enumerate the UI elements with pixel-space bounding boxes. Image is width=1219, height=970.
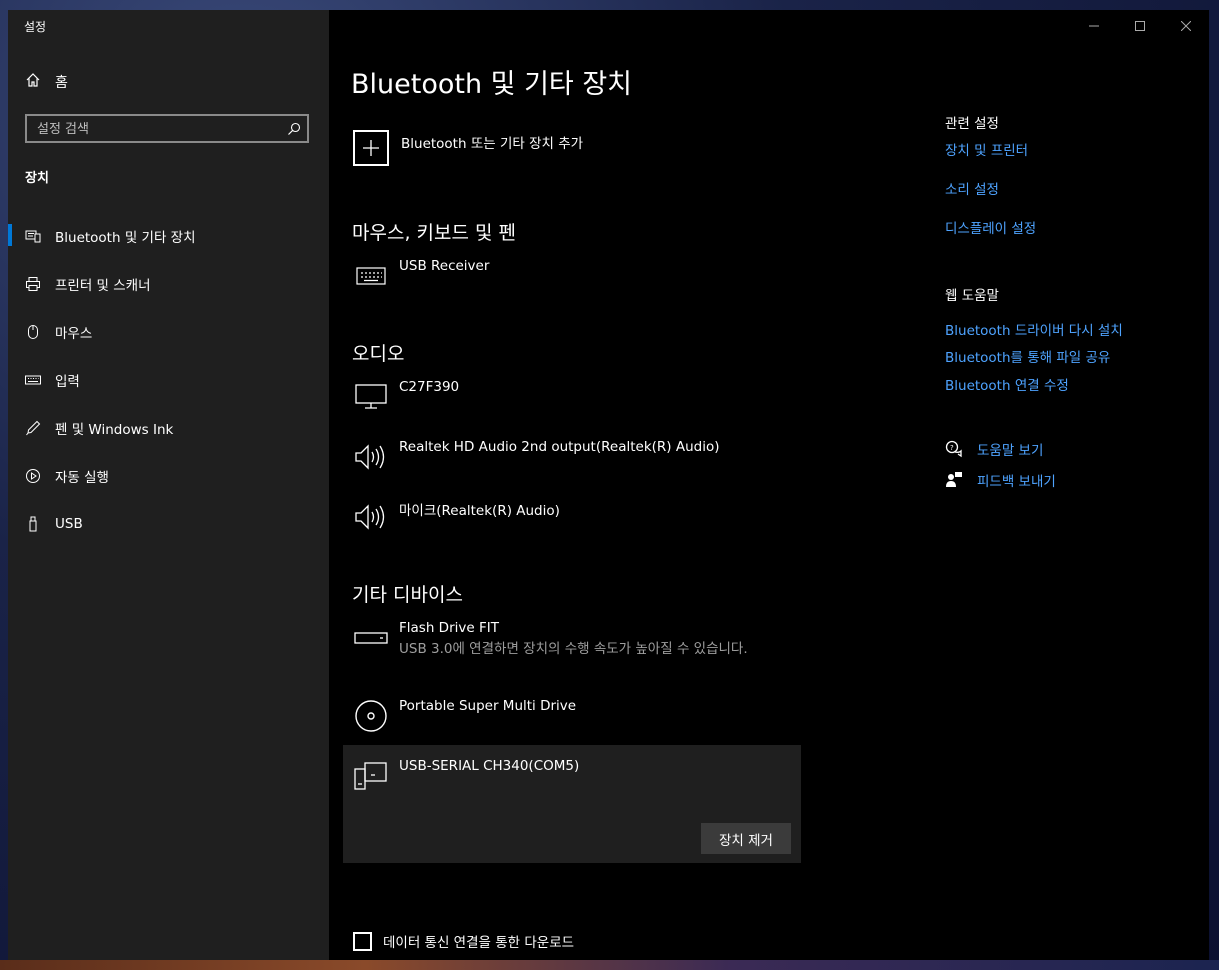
- device-flash-drive[interactable]: Flash Drive FIT USB 3.0에 연결하면 장치의 수행 속도가…: [353, 620, 783, 676]
- sidebar-item-label: USB: [55, 516, 83, 532]
- keyboard-icon: [353, 258, 389, 294]
- home-icon: [25, 72, 41, 92]
- device-realtek-mic[interactable]: 마이크(Realtek(R) Audio): [353, 499, 783, 535]
- chat-help-icon: ?: [945, 440, 963, 458]
- sidebar-item-autoplay[interactable]: 자동 실행: [8, 452, 329, 500]
- get-help-label: 도움말 보기: [977, 443, 1044, 459]
- web-help-title: 웹 도움말: [945, 288, 999, 304]
- device-usb-receiver[interactable]: USB Receiver: [353, 258, 783, 294]
- sidebar-item-label: Bluetooth 및 기타 장치: [55, 230, 196, 246]
- sidebar-item-label: 마우스: [55, 326, 93, 342]
- sidebar-item-bluetooth[interactable]: Bluetooth 및 기타 장치: [8, 212, 329, 260]
- group-title-other: 기타 디바이스: [352, 584, 463, 606]
- link-sound-settings[interactable]: 소리 설정: [945, 178, 999, 198]
- related-settings-title: 관련 설정: [945, 116, 999, 132]
- sidebar: 설정 홈 장치 Bluetooth 및 기타 장치: [8, 10, 329, 962]
- link-reinstall-driver[interactable]: Bluetooth 드라이버 다시 설치: [945, 319, 1123, 339]
- device-name: 마이크(Realtek(R) Audio): [399, 503, 560, 519]
- link-share-files[interactable]: Bluetooth를 통해 파일 공유: [945, 346, 1110, 366]
- sidebar-item-mouse[interactable]: 마우스: [8, 308, 329, 356]
- get-help-link[interactable]: ? 도움말 보기: [945, 439, 1043, 459]
- device-name: Realtek HD Audio 2nd output(Realtek(R) A…: [399, 439, 720, 455]
- link-display-settings[interactable]: 디스플레이 설정: [945, 217, 1036, 237]
- feedback-link[interactable]: 피드백 보내기: [945, 470, 1056, 490]
- search-input[interactable]: [35, 116, 289, 143]
- sidebar-item-printers[interactable]: 프린터 및 스캐너: [8, 260, 329, 308]
- metered-download-checkbox[interactable]: 데이터 통신 연결을 통한 다운로드: [353, 931, 574, 951]
- maximize-button[interactable]: [1117, 10, 1163, 42]
- sidebar-item-label: 펜 및 Windows Ink: [55, 422, 174, 438]
- desktop-wallpaper: [0, 960, 1219, 970]
- mouse-icon: [25, 324, 41, 340]
- sidebar-item-label: 입력: [55, 374, 80, 390]
- add-device-label: Bluetooth 또는 기타 장치 추가: [401, 136, 584, 152]
- pen-icon: [25, 420, 41, 436]
- window-controls: [1071, 10, 1209, 42]
- printer-icon: [25, 276, 41, 292]
- sidebar-item-label: 프린터 및 스캐너: [55, 278, 151, 294]
- home-label: 홈: [55, 75, 68, 91]
- device-status: USB 3.0에 연결하면 장치의 수행 속도가 높아질 수 있습니다.: [399, 641, 748, 657]
- sidebar-item-pen[interactable]: 펜 및 Windows Ink: [8, 404, 329, 452]
- home-link[interactable]: 홈: [25, 72, 68, 92]
- checkbox[interactable]: [353, 931, 372, 951]
- bluetooth-devices-icon: [25, 228, 41, 244]
- add-device-button[interactable]: Bluetooth 또는 기타 장치 추가: [353, 130, 583, 166]
- device-disc-drive[interactable]: Portable Super Multi Drive: [353, 698, 783, 734]
- sidebar-item-label: 자동 실행: [55, 470, 109, 486]
- device-name: Portable Super Multi Drive: [399, 698, 577, 714]
- keyboard-icon: [25, 372, 41, 388]
- generic-device-icon: [353, 758, 389, 794]
- sidebar-nav: Bluetooth 및 기타 장치 프린터 및 스캐너 마우스 입력 펜 및 W…: [8, 212, 329, 548]
- app-title: 설정: [24, 20, 47, 34]
- group-title-audio: 오디오: [352, 343, 405, 365]
- autoplay-icon: [25, 468, 41, 484]
- speaker-icon: [353, 439, 389, 475]
- feedback-label: 피드백 보내기: [977, 474, 1056, 490]
- device-realtek-output[interactable]: Realtek HD Audio 2nd output(Realtek(R) A…: [353, 439, 783, 475]
- usb-drive-icon: [353, 620, 389, 656]
- device-name: USB-SERIAL CH340(COM5): [399, 758, 580, 774]
- speaker-icon: [353, 499, 389, 535]
- monitor-icon: [353, 379, 389, 415]
- minimize-button[interactable]: [1071, 10, 1117, 42]
- disc-drive-icon: [353, 698, 389, 734]
- sidebar-item-typing[interactable]: 입력: [8, 356, 329, 404]
- search-box[interactable]: [25, 114, 309, 143]
- metered-label: 데이터 통신 연결을 통한 다운로드: [383, 935, 575, 951]
- device-name: C27F390: [399, 379, 460, 395]
- usb-icon: [25, 516, 41, 532]
- page-title: Bluetooth 및 기타 장치: [351, 69, 633, 100]
- link-fix-connection[interactable]: Bluetooth 연결 수정: [945, 374, 1069, 394]
- main-content: Bluetooth 및 기타 장치 Bluetooth 또는 기타 장치 추가 …: [329, 10, 1209, 962]
- settings-window: 설정 홈 장치 Bluetooth 및 기타 장치: [8, 10, 1209, 962]
- link-devices-printers[interactable]: 장치 및 프린터: [945, 139, 1028, 159]
- device-c27f390[interactable]: C27F390: [353, 379, 783, 415]
- svg-text:?: ?: [950, 444, 954, 452]
- feedback-icon: [945, 471, 963, 489]
- section-label: 장치: [25, 171, 49, 186]
- device-usb-serial[interactable]: USB-SERIAL CH340(COM5): [353, 758, 783, 794]
- close-button[interactable]: [1163, 10, 1209, 42]
- remove-device-button[interactable]: 장치 제거: [701, 823, 791, 854]
- sidebar-item-usb[interactable]: USB: [8, 500, 329, 548]
- device-name: USB Receiver: [399, 258, 490, 274]
- device-name: Flash Drive FIT: [399, 620, 499, 636]
- plus-icon: [353, 130, 389, 166]
- search-icon[interactable]: [287, 121, 301, 140]
- group-title-input: 마우스, 키보드 및 펜: [352, 222, 516, 244]
